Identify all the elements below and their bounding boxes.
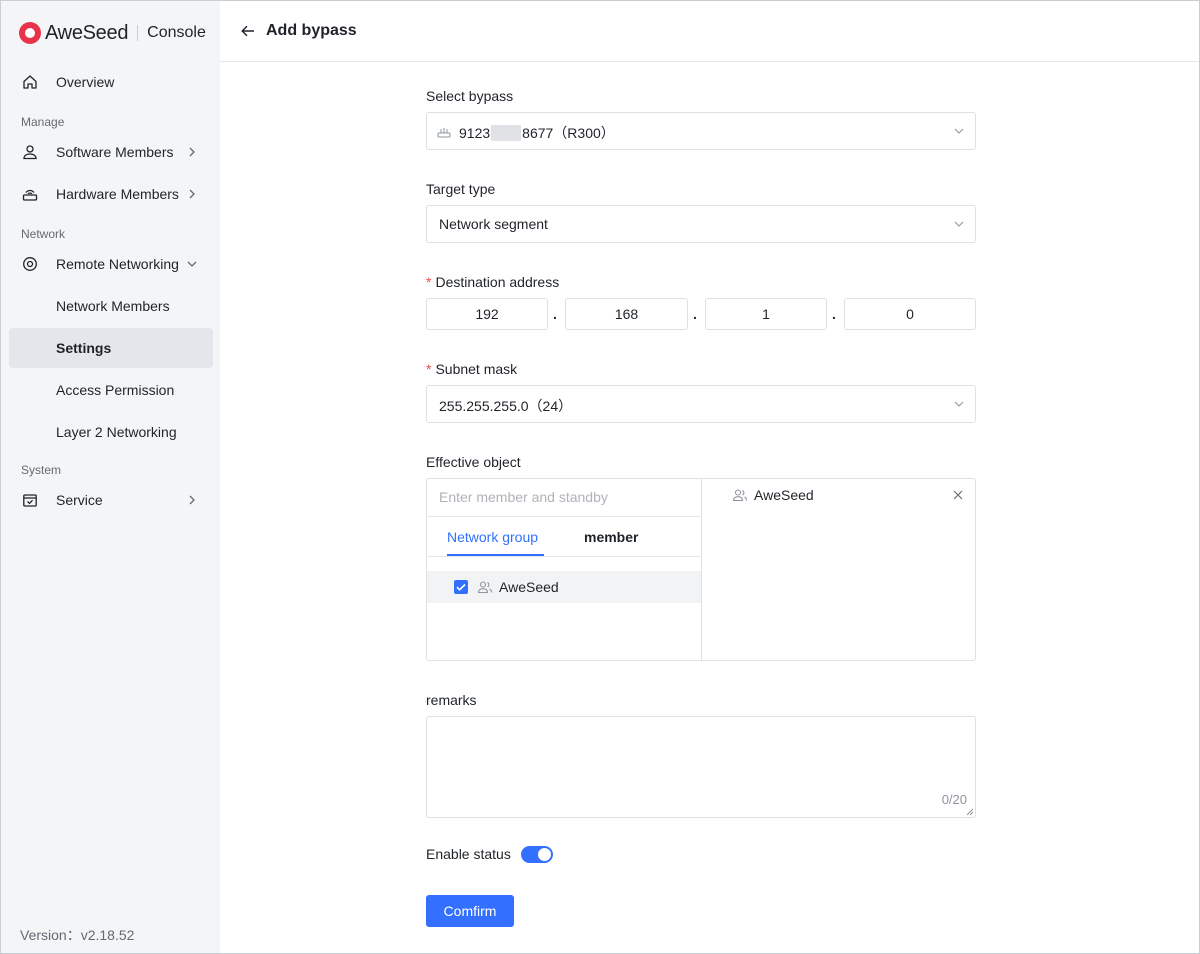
ip-octet-4[interactable]: 0 (844, 298, 976, 330)
router-icon (22, 189, 38, 201)
required-mark: * (426, 361, 432, 377)
ip-octet-3[interactable]: 1 (705, 298, 827, 330)
remarks-textarea[interactable] (427, 717, 975, 817)
target-type-dropdown[interactable]: Network segment (426, 205, 976, 243)
ip-octet-1[interactable]: 192 (426, 298, 548, 330)
chevron-down-icon (187, 261, 197, 267)
enable-status-toggle[interactable] (521, 846, 553, 863)
chevron-right-icon (189, 147, 195, 157)
selected-item-name: AweSeed (754, 487, 814, 503)
user-icon (23, 145, 37, 160)
sidebar-item-label: Overview (56, 74, 115, 90)
tab-member[interactable]: member (584, 529, 638, 545)
chevron-down-icon (954, 221, 964, 227)
ip-dot: . (553, 306, 557, 322)
subnet-mask-value: 255.255.255.0（24） (439, 398, 573, 414)
target-type-value: Network segment (439, 216, 548, 232)
logo-divider (137, 25, 139, 41)
sidebar-item-overview[interactable]: Overview (9, 62, 213, 102)
confirm-button[interactable]: Comfirm (426, 895, 514, 927)
chevron-down-icon (954, 128, 964, 134)
aweseed-logo-icon (19, 22, 41, 44)
toggle-knob (538, 848, 551, 861)
sidebar-item-hardware-members[interactable]: Hardware Members (9, 174, 213, 214)
group-icon (732, 489, 748, 502)
chevron-right-icon (189, 495, 195, 505)
sidebar-item-label: Layer 2 Networking (56, 424, 177, 440)
target-type-label: Target type (426, 181, 496, 197)
tab-network-group[interactable]: Network group (447, 529, 538, 545)
redacted-block (491, 125, 522, 141)
sidebar-item-label: Software Members (56, 144, 174, 160)
list-item[interactable]: AweSeed (427, 571, 701, 603)
brand-name: AweSeed (45, 21, 129, 44)
active-tab-indicator (447, 554, 544, 556)
sidebar-item-label: Hardware Members (56, 186, 179, 202)
sidebar: AweSeed Console Overview Manage Software… (1, 1, 220, 953)
subnet-mask-label: * Subnet mask (426, 361, 518, 377)
chevron-right-icon (189, 189, 195, 199)
required-mark: * (426, 274, 432, 290)
effective-object-label: Effective object (426, 454, 521, 470)
check-icon (456, 583, 466, 591)
sidebar-item-label: Settings (56, 340, 112, 356)
sidebar-item-service[interactable]: Service (9, 480, 213, 520)
sidebar-item-software-members[interactable]: Software Members (9, 132, 213, 172)
section-manage: Manage (21, 115, 65, 129)
group-item-name: AweSeed (499, 579, 559, 595)
remarks-textarea-wrap: 0/20 (426, 716, 976, 818)
home-icon (23, 75, 37, 89)
ip-octet-2[interactable]: 168 (565, 298, 688, 330)
back-arrow-icon[interactable] (240, 23, 256, 39)
page-title: Add bypass (266, 22, 357, 39)
sidebar-item-layer2-networking[interactable]: Layer 2 Networking (9, 412, 213, 452)
member-search-input[interactable] (439, 489, 689, 505)
chevron-down-icon (954, 401, 964, 407)
router-icon (437, 128, 451, 138)
sidebar-item-network-members[interactable]: Network Members (9, 286, 213, 326)
member-search (427, 479, 701, 517)
service-box-icon (23, 494, 37, 507)
candidate-panel: Network group member AweSeed (427, 479, 702, 660)
group-icon (477, 581, 493, 594)
select-bypass-label: Select bypass (426, 88, 514, 104)
object-tabs: Network group member (427, 517, 701, 557)
section-system: System (21, 463, 62, 477)
effective-object-transfer: Network group member AweSeed AweSeed (426, 478, 976, 661)
enable-status-label: Enable status (426, 846, 511, 862)
sidebar-item-settings[interactable]: Settings (9, 328, 213, 368)
page-header: Add bypass (220, 1, 1199, 62)
checkbox-checked[interactable] (454, 580, 468, 594)
version-label: Version：v2.18.52 (20, 927, 135, 943)
close-icon[interactable] (951, 488, 965, 502)
sidebar-item-label: Access Permission (56, 382, 175, 398)
sidebar-item-remote-networking[interactable]: Remote Networking (9, 244, 213, 284)
subnet-mask-dropdown[interactable]: 255.255.255.0（24） (426, 385, 976, 423)
remarks-label: remarks (426, 692, 477, 708)
ip-dot: . (832, 306, 836, 322)
network-icon (23, 257, 37, 271)
brand-logo[interactable]: AweSeed Console (19, 21, 206, 45)
bypass-value: 9123 8677（R300） (459, 125, 615, 141)
sidebar-item-access-permission[interactable]: Access Permission (9, 370, 213, 410)
sidebar-item-label: Service (56, 492, 103, 508)
section-network: Network (21, 227, 66, 241)
ip-dot: . (693, 306, 697, 322)
console-label: Console (147, 24, 206, 41)
remarks-char-counter: 0/20 (941, 792, 967, 807)
resize-grip-icon[interactable] (966, 808, 974, 816)
select-bypass-dropdown[interactable]: 9123 8677（R300） (426, 112, 976, 150)
sidebar-item-label: Remote Networking (56, 256, 179, 272)
sidebar-item-label: Network Members (56, 298, 170, 314)
destination-address-label: * Destination address (426, 274, 560, 290)
